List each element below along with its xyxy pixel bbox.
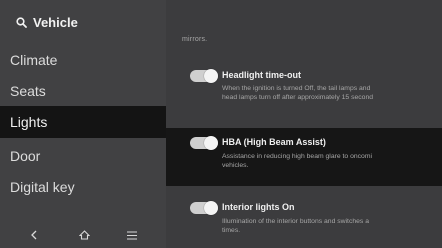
vehicle-settings-screen: Vehicle Climate Seats Lights Door Digita… [0,0,442,248]
back-icon[interactable] [24,226,44,244]
previous-item-desc-tail: mirrors. [182,36,208,43]
sidebar-item-seats[interactable]: Seats [0,75,166,107]
sidebar-item-lights[interactable]: Lights [0,106,166,138]
search-icon [16,16,27,28]
menu-icon[interactable] [122,226,142,244]
lights-settings-panel: mirrors. Headlight time-out When the ign… [166,0,442,248]
setting-title: HBA (High Beam Assist) [222,137,326,147]
setting-title: Interior lights On [222,202,295,212]
setting-hba-high-beam-assist[interactable]: HBA (High Beam Assist) Assistance in red… [166,128,442,186]
sidebar-item-door[interactable]: Door [0,140,166,172]
hba-toggle[interactable] [190,136,218,150]
setting-description-line2: head lamps turn off after approximately … [222,94,374,101]
setting-title: Headlight time-out [222,70,301,80]
sidebar-item-climate[interactable]: Climate [0,44,166,76]
toggle-knob [204,69,218,83]
setting-description-line1: Assistance in reducing high beam glare t… [222,153,372,160]
setting-interior-lights-on[interactable]: Interior lights On Illumination of the i… [166,196,442,248]
headlight-time-out-toggle[interactable] [190,69,218,83]
home-icon[interactable] [74,226,94,244]
interior-lights-toggle[interactable] [190,201,218,215]
sidebar-item-label: Door [10,148,41,164]
search-button[interactable]: Vehicle [16,12,78,32]
sidebar-item-label: Seats [10,83,46,99]
toggle-knob [204,136,218,150]
sidebar: Vehicle Climate Seats Lights Door Digita… [0,0,166,248]
search-label: Vehicle [33,14,78,30]
setting-description-line1: When the ignition is turned Off, the tai… [222,85,371,92]
toggle-knob [204,201,218,215]
sidebar-item-label: Climate [10,52,58,68]
setting-description-line1: Illumination of the interior buttons and… [222,218,369,225]
sidebar-item-label: Lights [10,114,48,130]
sidebar-item-digital-key[interactable]: Digital key [0,171,166,203]
setting-description-line2: vehicles. [222,162,249,169]
setting-headlight-time-out[interactable]: Headlight time-out When the ignition is … [166,62,442,112]
setting-description-line2: times. [222,227,241,234]
bottom-nav-bar [0,222,166,248]
sidebar-item-label: Digital key [10,179,75,195]
